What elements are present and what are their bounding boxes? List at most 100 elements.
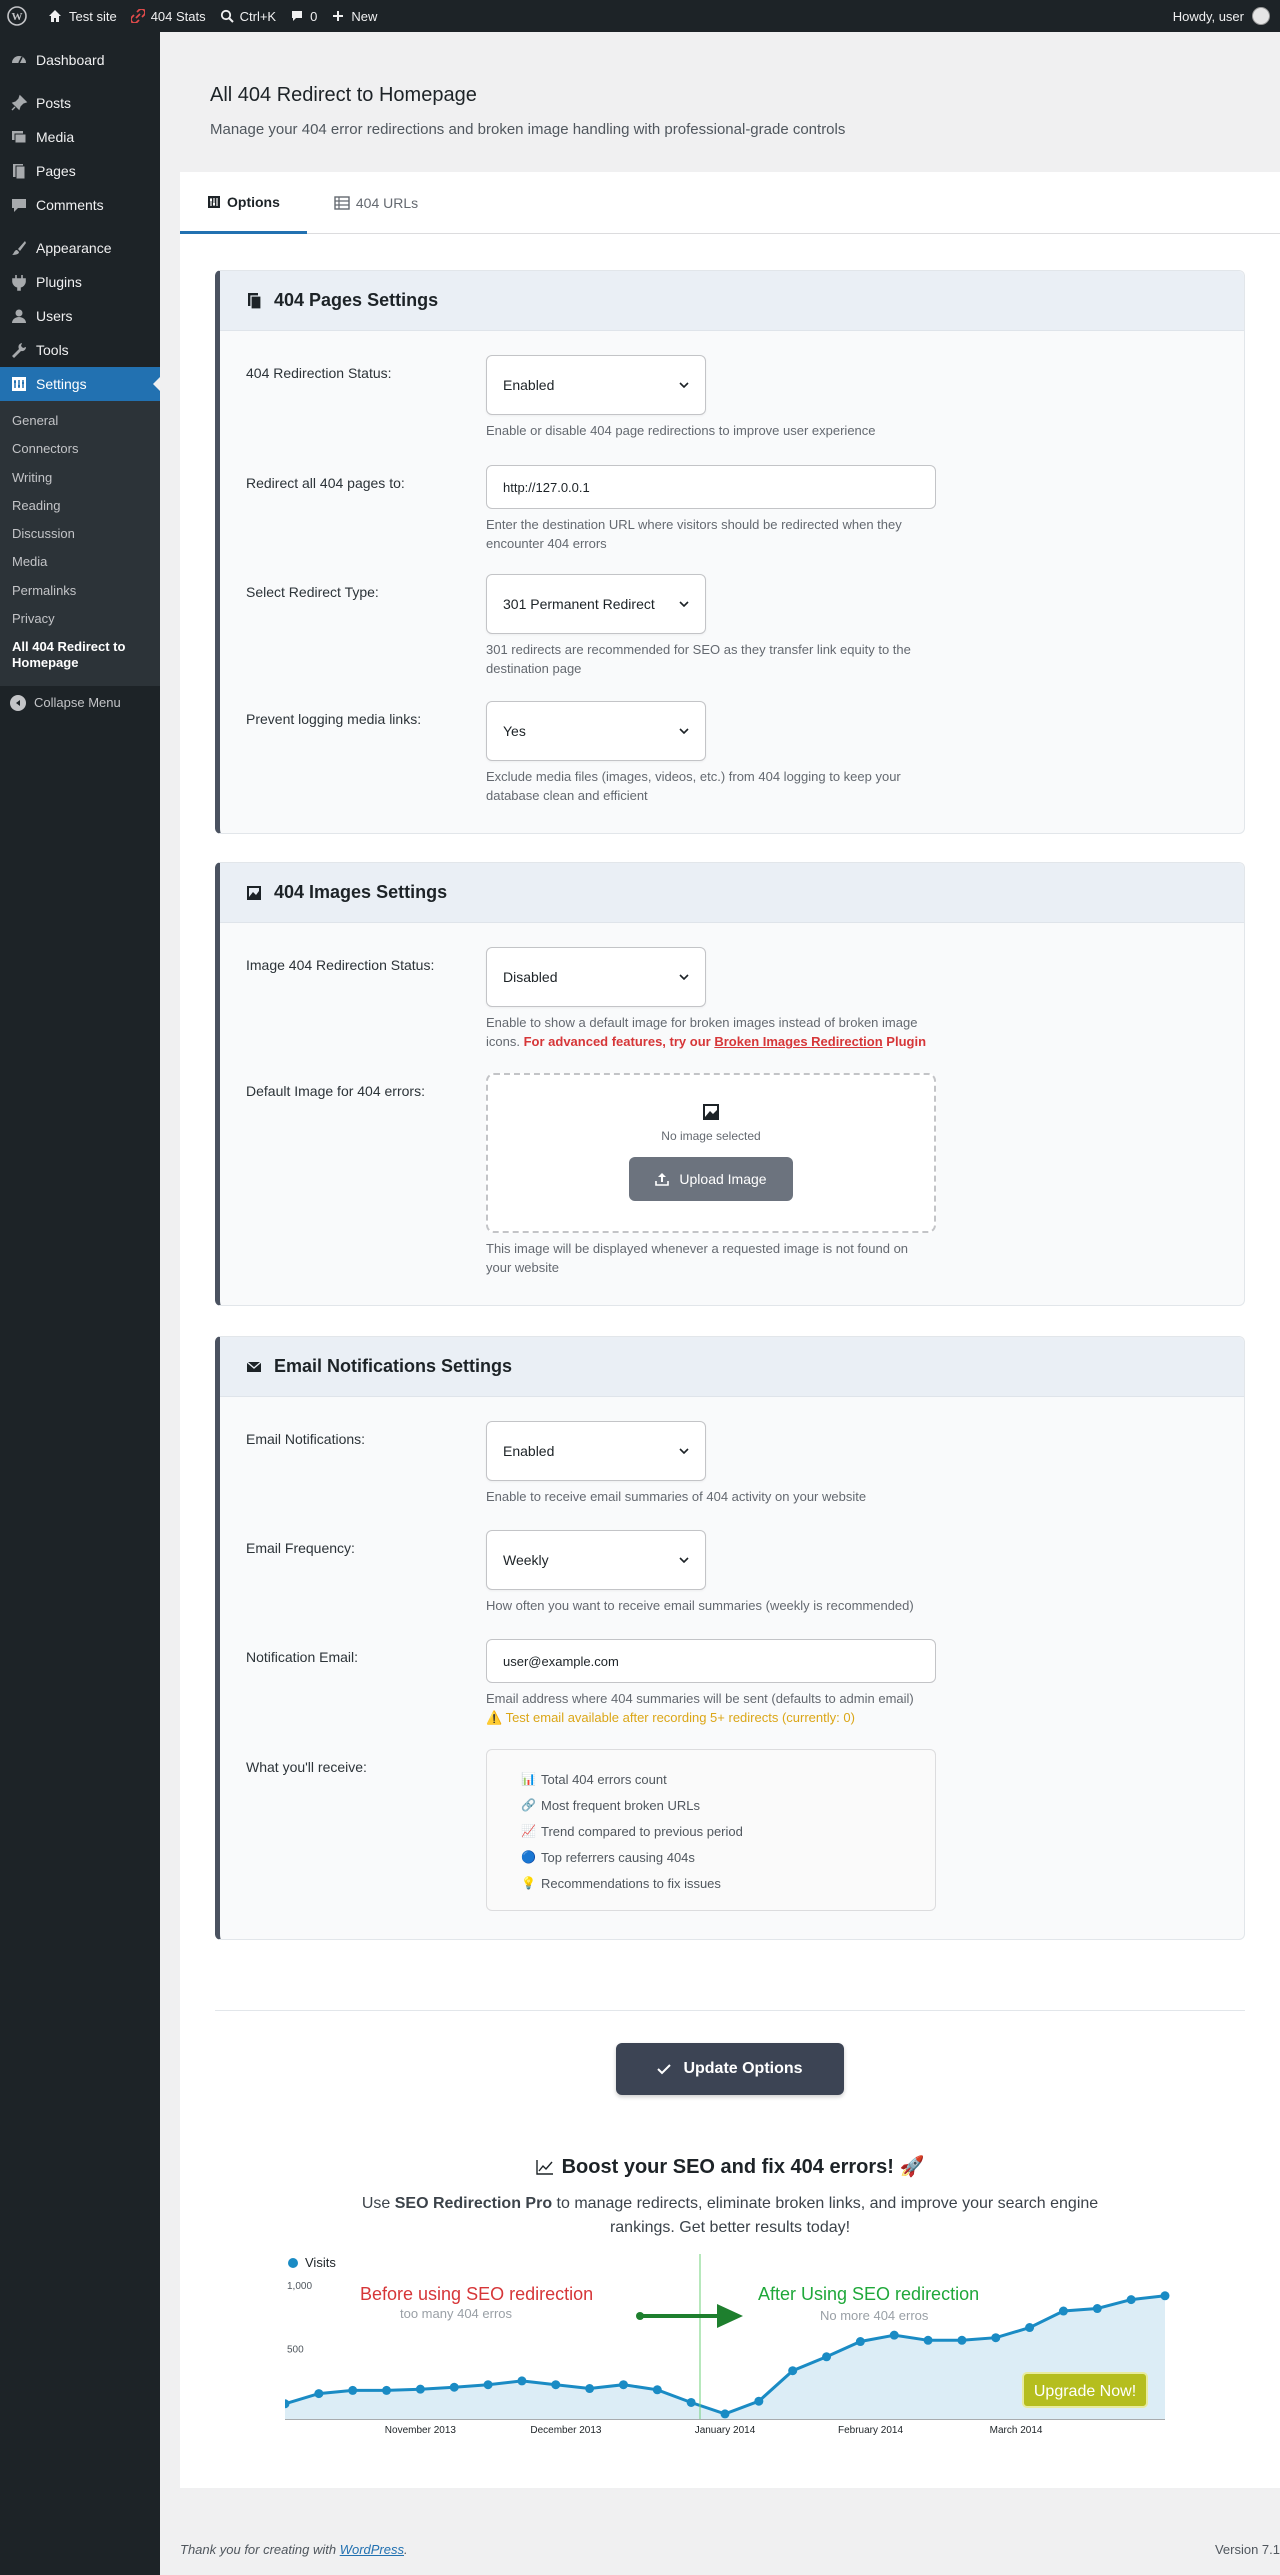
sidebar-item-media[interactable]: Media bbox=[0, 120, 160, 154]
search-shortcut-label: Ctrl+K bbox=[239, 8, 277, 24]
sidebar-label: Pages bbox=[36, 163, 76, 179]
admin-sidebar: Dashboard Posts Media Pages Comments App… bbox=[0, 32, 160, 2575]
field-help: Enable to show a default image for broke… bbox=[486, 1013, 926, 1051]
submenu-item-404-redirect[interactable]: All 404 Redirect to Homepage bbox=[0, 633, 160, 678]
data-point bbox=[822, 2352, 832, 2362]
upload-image-button[interactable]: Upload Image bbox=[629, 1157, 793, 1201]
sidebar-item-dashboard[interactable]: Dashboard bbox=[0, 43, 160, 77]
data-point bbox=[1058, 2306, 1068, 2316]
plugin-icon bbox=[12, 275, 26, 291]
new-content-link[interactable]: New bbox=[324, 0, 384, 32]
my-account[interactable]: Howdy, user bbox=[1173, 7, 1280, 25]
data-point bbox=[348, 2385, 358, 2395]
stats-link[interactable]: 404 Stats bbox=[124, 0, 213, 32]
sidebar-item-users[interactable]: Users bbox=[0, 299, 160, 333]
submenu-item-discussion[interactable]: Discussion bbox=[0, 520, 160, 548]
submenu-item-media[interactable]: Media bbox=[0, 548, 160, 576]
help-text: Email address where 404 summaries will b… bbox=[486, 1691, 914, 1706]
notification-email-input[interactable]: user@example.com bbox=[486, 1639, 936, 1683]
list-item-text: Trend compared to previous period bbox=[541, 1823, 743, 1839]
submenu-item-writing[interactable]: Writing bbox=[0, 464, 160, 492]
advanced-note: For advanced features, try our Broken Im… bbox=[524, 1034, 926, 1049]
envelope-icon bbox=[246, 1360, 262, 1372]
data-point bbox=[1160, 2291, 1170, 2301]
list-item: 🔵 Top referrers causing 404s bbox=[521, 1844, 901, 1870]
submenu-item-connectors[interactable]: Connectors bbox=[0, 435, 160, 463]
new-label: New bbox=[351, 8, 378, 24]
chart-icon bbox=[535, 2160, 553, 2175]
upgrade-now-button[interactable]: Upgrade Now! bbox=[1022, 2372, 1148, 2408]
redirection-status-select[interactable]: Enabled bbox=[486, 355, 706, 415]
update-options-button[interactable]: Update Options bbox=[616, 2043, 844, 2095]
footer-thanks: Thank you for creating with WordPress. bbox=[180, 2542, 408, 2557]
sidebar-item-tools[interactable]: Tools bbox=[0, 333, 160, 367]
chevron-down-icon bbox=[679, 728, 689, 734]
y-tick-label: 1,000 bbox=[287, 2281, 312, 2292]
field-help: Enable or disable 404 page redirections … bbox=[486, 423, 876, 438]
after-label: After Using SEO redirection bbox=[758, 2284, 979, 2304]
sidebar-item-settings[interactable]: Settings bbox=[0, 367, 160, 401]
prevent-logging-select[interactable]: Yes bbox=[486, 701, 706, 761]
advanced-prefix: For advanced features, try our bbox=[523, 1034, 711, 1049]
email-frequency-select[interactable]: Weekly bbox=[486, 1530, 706, 1590]
wordpress-link[interactable]: WordPress bbox=[340, 2542, 404, 2557]
submenu-item-permalinks[interactable]: Permalinks bbox=[0, 577, 160, 605]
data-point bbox=[449, 2382, 459, 2392]
sidebar-item-plugins[interactable]: Plugins bbox=[0, 265, 160, 299]
tab-label: 404 URLs bbox=[355, 195, 419, 211]
sidebar-item-posts[interactable]: Posts bbox=[0, 86, 160, 120]
field-help: This image will be displayed whenever a … bbox=[486, 1241, 909, 1275]
field-help: Enable to receive email summaries of 404… bbox=[486, 1489, 867, 1504]
submenu-item-privacy[interactable]: Privacy bbox=[0, 605, 160, 633]
sidebar-item-pages[interactable]: Pages bbox=[0, 154, 160, 188]
image-redirection-status-select[interactable]: Disabled bbox=[486, 947, 706, 1007]
email-notifications-select[interactable]: Enabled bbox=[486, 1421, 706, 1481]
data-point bbox=[314, 2389, 324, 2399]
card-title: 404 Pages Settings bbox=[274, 290, 439, 310]
comments-link[interactable]: 0 bbox=[283, 0, 324, 32]
options-icon bbox=[208, 195, 220, 208]
comments-count: 0 bbox=[310, 8, 318, 24]
arrow-head bbox=[717, 2304, 743, 2328]
data-point bbox=[686, 2397, 696, 2407]
search-shortcut[interactable]: Ctrl+K bbox=[213, 0, 283, 32]
redirect-type-select[interactable]: 301 Permanent Redirect bbox=[486, 574, 706, 634]
howdy-text: Howdy, user bbox=[1172, 8, 1244, 24]
field-label: Redirect all 404 pages to: bbox=[246, 475, 405, 491]
redirect-url-input[interactable]: http://127.0.0.1 bbox=[486, 465, 936, 509]
sidebar-item-comments[interactable]: Comments bbox=[0, 188, 160, 222]
submenu-item-reading[interactable]: Reading bbox=[0, 492, 160, 520]
seo-promo-chart[interactable]: Visits 1,000 500 Before using SEO redirec… bbox=[285, 2254, 1175, 2439]
site-name-link[interactable]: Test site bbox=[40, 0, 124, 32]
select-value: Enabled bbox=[503, 1443, 555, 1459]
field-help: Exclude media files (images, videos, etc… bbox=[486, 769, 901, 803]
collapse-menu-button[interactable]: Collapse Menu bbox=[0, 686, 160, 720]
broken-images-link[interactable]: Broken Images Redirection bbox=[714, 1034, 882, 1049]
submenu-item-general[interactable]: General bbox=[0, 407, 160, 435]
field-label: Notification Email: bbox=[246, 1649, 359, 1665]
card-title: Email Notifications Settings bbox=[274, 1356, 513, 1376]
divider bbox=[215, 2010, 1245, 2011]
before-label: Before using SEO redirection bbox=[360, 2284, 593, 2304]
data-point bbox=[889, 2330, 899, 2340]
tab-404-urls[interactable]: 404 URLs bbox=[307, 172, 445, 234]
sidebar-item-appearance[interactable]: Appearance bbox=[0, 231, 160, 265]
data-point bbox=[1126, 2295, 1136, 2305]
upgrade-now-label: Upgrade Now! bbox=[1034, 2383, 1136, 2400]
image-dropzone[interactable]: No image selected Upload Image bbox=[486, 1073, 936, 1233]
list-item-text: Recommendations to fix issues bbox=[541, 1875, 721, 1891]
page-title: All 404 Redirect to Homepage bbox=[210, 84, 477, 106]
no-image-text: No image selected bbox=[661, 1129, 761, 1143]
test-email-warning: ⚠️ Test email available after recording … bbox=[486, 1710, 855, 1725]
card-header: 404 Pages Settings bbox=[220, 271, 1244, 331]
chevron-down-icon bbox=[679, 382, 689, 388]
settings-icon bbox=[12, 377, 26, 391]
version: Version 7.1 bbox=[1214, 2542, 1280, 2557]
wordpress-logo[interactable]: W bbox=[0, 0, 40, 32]
wordpress-icon: W bbox=[7, 6, 27, 26]
options-panel: 404 Pages Settings 404 Redirection Statu… bbox=[180, 234, 1280, 2488]
update-label: Update Options bbox=[683, 2060, 803, 2077]
tab-options[interactable]: Options bbox=[180, 172, 307, 234]
pages-icon bbox=[13, 164, 26, 180]
plus-icon bbox=[333, 11, 344, 21]
